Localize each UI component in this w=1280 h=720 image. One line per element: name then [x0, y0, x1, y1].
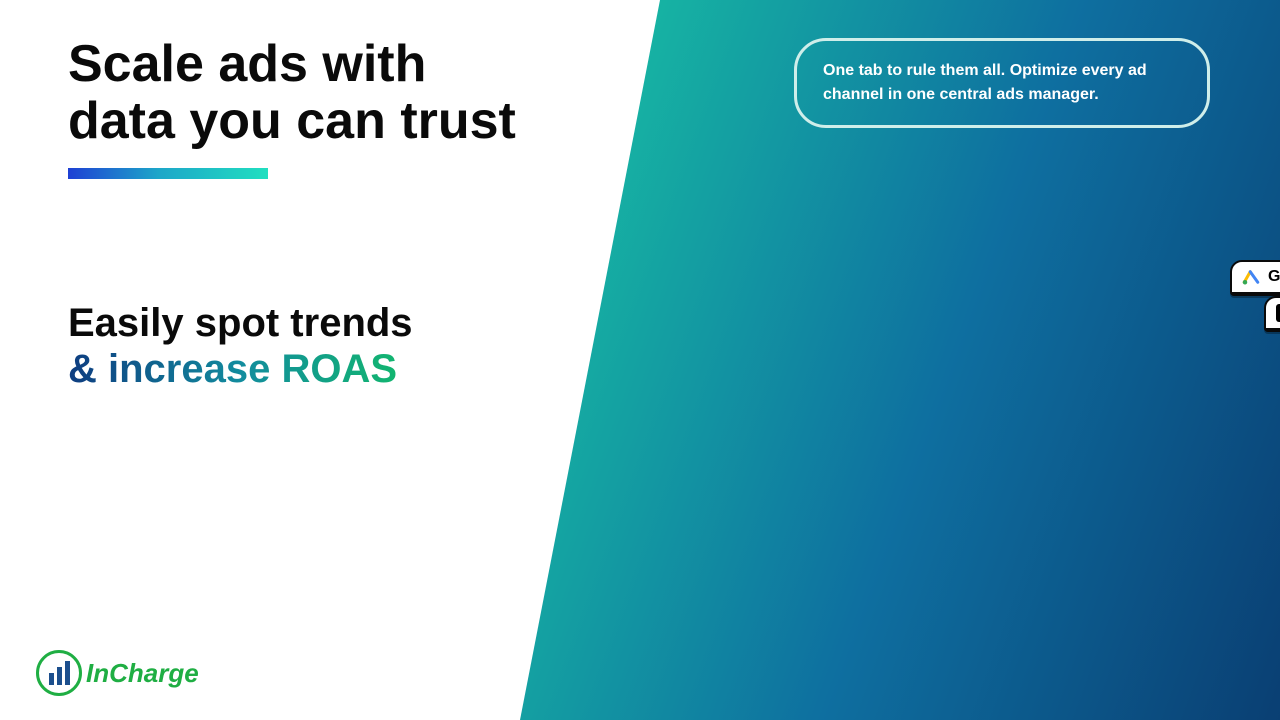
subtitle: Easily spot trends & increase ROAS: [68, 300, 413, 392]
card-header: Tiktok Ads •••: [1266, 298, 1280, 330]
google-ads-icon: [1242, 268, 1260, 286]
hero-underline-accent: [68, 168, 268, 179]
channel-card-google: Google Ads •••: [1230, 260, 1280, 296]
callout-pill: One tab to rule them all. Optimize every…: [794, 38, 1210, 128]
hero-title: Scale ads with data you can trust: [68, 36, 516, 150]
channel-label: Google Ads: [1268, 268, 1280, 286]
logo-mark-icon: [36, 650, 82, 696]
subtitle-line2: & increase ROAS: [68, 346, 413, 392]
brand-logo: InCharge: [36, 650, 199, 696]
logo-text: InCharge: [86, 658, 199, 689]
channel-card-tiktok: Tiktok Ads •••: [1264, 296, 1280, 332]
hero-title-line2: data you can trust: [68, 92, 516, 150]
card-header: Google Ads •••: [1232, 262, 1280, 294]
tiktok-icon: [1276, 304, 1280, 322]
hero-title-line1: Scale ads with: [68, 35, 426, 93]
callout-text: One tab to rule them all. Optimize every…: [823, 62, 1147, 103]
subtitle-line1: Easily spot trends: [68, 300, 413, 346]
